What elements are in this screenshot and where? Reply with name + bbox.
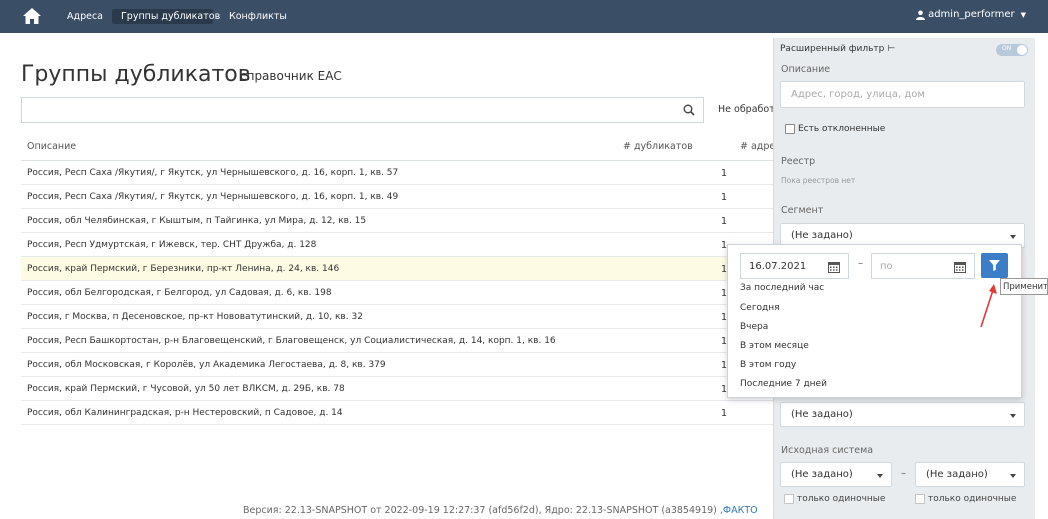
- filter-select-value: (Не задано): [791, 409, 853, 420]
- user-menu[interactable]: admin_performer ▼: [916, 9, 1026, 20]
- checkbox-box[interactable]: [915, 494, 925, 504]
- search-input[interactable]: [22, 98, 672, 122]
- row-description: Россия, край Пермский, г Чусовой, ул 50 …: [27, 384, 345, 394]
- source-to-select[interactable]: (Не задано): [915, 462, 1025, 487]
- pin-icon[interactable]: ⊢: [887, 44, 895, 54]
- row-description: Россия, Респ Саха /Якутия/, г Якутск, ул…: [27, 168, 399, 178]
- table-header: Описание # дубликатов # адре: [21, 133, 775, 161]
- nav-link-duplicate-groups[interactable]: Группы дубликатов: [121, 10, 220, 23]
- toggle-label: ON: [1002, 45, 1012, 52]
- row-description: Россия, Респ Удмуртская, г Ижевск, тер. …: [27, 240, 317, 250]
- description-label: Описание: [781, 64, 831, 75]
- table-row[interactable]: Россия, край Пермский, г Березники, пр-к…: [21, 257, 773, 281]
- row-duplicate-count: 1: [721, 408, 728, 419]
- user-name: admin_performer: [928, 9, 1015, 20]
- preset-this-month[interactable]: В этом месяце: [740, 341, 809, 351]
- single-only-checkbox-2[interactable]: только одиночные: [915, 494, 1016, 504]
- search-box: [21, 97, 704, 123]
- single-only-checkbox-1[interactable]: только одиночные: [784, 494, 885, 504]
- caret-down-icon: [1010, 414, 1016, 418]
- row-duplicate-count: 1: [721, 168, 728, 179]
- source-from-value: (Не задано): [791, 469, 853, 480]
- description-placeholder: Адрес, город, улица, дом: [791, 89, 925, 100]
- checkbox-box[interactable]: [784, 494, 794, 504]
- calendar-icon[interactable]: [954, 261, 966, 273]
- apply-filter-button[interactable]: [981, 253, 1008, 278]
- row-description: Россия, Респ Башкортостан, р-н Благовеще…: [27, 336, 556, 346]
- home-icon[interactable]: [22, 7, 42, 25]
- segment-label: Сегмент: [781, 205, 824, 216]
- user-icon: [916, 10, 926, 20]
- table-row[interactable]: Россия, Респ Удмуртская, г Ижевск, тер. …: [21, 233, 773, 257]
- caret-down-icon: [877, 474, 883, 478]
- filter-panel-title: Расширенный фильтр ⊢: [780, 44, 895, 54]
- nav-link-conflicts[interactable]: Конфликты: [229, 10, 287, 23]
- caret-down-icon: [1010, 474, 1016, 478]
- date-to-field[interactable]: по: [871, 253, 975, 279]
- version-text: Версия: 22.13-SNAPSHOT от 2022-09-19 12:…: [243, 505, 723, 516]
- segment-value: (Не задано): [791, 230, 853, 241]
- preset-today[interactable]: Сегодня: [740, 303, 780, 313]
- description-field[interactable]: Адрес, город, улица, дом: [780, 81, 1025, 108]
- toggle-knob: [1017, 45, 1027, 55]
- row-description: Россия, Респ Саха /Якутия/, г Якутск, ул…: [27, 192, 399, 202]
- status-filter[interactable]: Не обработа: [718, 104, 781, 115]
- date-from-field[interactable]: 16.07.2021: [740, 253, 849, 279]
- column-header-description[interactable]: Описание: [27, 141, 76, 152]
- single-only-label-1: только одиночные: [797, 494, 886, 504]
- column-header-duplicates[interactable]: # дубликатов: [623, 141, 693, 152]
- source-from-select[interactable]: (Не задано): [780, 462, 892, 487]
- table-row[interactable]: Россия, Респ Саха /Якутия/, г Якутск, ул…: [21, 185, 773, 209]
- chevron-down-icon: ▼: [1020, 10, 1026, 19]
- registry-label: Реестр: [781, 156, 816, 167]
- row-description: Россия, обл Московская, г Королёв, ул Ак…: [27, 360, 386, 370]
- filter-icon: [989, 260, 1000, 271]
- page-subtitle: справочник ЕАС: [240, 69, 342, 83]
- table-row[interactable]: Россия, обл Калининградская, р-н Нестеро…: [21, 401, 773, 425]
- search-icon[interactable]: [683, 104, 695, 116]
- top-navbar: Адреса Группы дубликатов Конфликты admin…: [0, 0, 1048, 33]
- table-row[interactable]: Россия, край Пермский, г Чусовой, ул 50 …: [21, 377, 773, 401]
- caret-down-icon: [1010, 235, 1016, 239]
- table-row[interactable]: Россия, обл Белгородская, г Белгород, ул…: [21, 281, 773, 305]
- filter-panel-title-text: Расширенный фильтр: [780, 44, 885, 54]
- date-to-placeholder: по: [880, 261, 893, 272]
- source-to-value: (Не задано): [926, 469, 988, 480]
- table-row[interactable]: Россия, обл Челябинская, г Кыштым, п Тай…: [21, 209, 773, 233]
- row-duplicate-count: 1: [721, 192, 728, 203]
- rejected-checkbox[interactable]: Есть отклоненные: [785, 124, 885, 134]
- apply-tooltip: Применить: [1000, 278, 1048, 295]
- nav-link-addresses[interactable]: Адреса: [67, 10, 103, 23]
- date-from-value: 16.07.2021: [749, 261, 807, 272]
- calendar-icon[interactable]: [828, 261, 840, 273]
- preset-yesterday[interactable]: Вчера: [740, 322, 768, 332]
- filter-select[interactable]: (Не задано): [780, 402, 1025, 427]
- table-row[interactable]: Россия, г Москва, п Десеновское, пр-кт Н…: [21, 305, 773, 329]
- preset-last-hour[interactable]: За последний час: [740, 283, 824, 293]
- table-row[interactable]: Россия, Респ Саха /Якутия/, г Якутск, ул…: [21, 161, 773, 185]
- row-duplicate-count: 1: [721, 216, 728, 227]
- column-header-addresses[interactable]: # адре: [740, 141, 775, 152]
- page-title: Группы дубликатов: [21, 62, 251, 87]
- date-range-dash: –: [858, 258, 863, 269]
- row-description: Россия, обл Челябинская, г Кыштым, п Тай…: [27, 216, 367, 226]
- rejected-label: Есть отклоненные: [798, 124, 886, 134]
- row-description: Россия, обл Калининградская, р-н Нестеро…: [27, 408, 343, 418]
- filter-toggle[interactable]: ON: [996, 44, 1028, 56]
- row-description: Россия, обл Белгородская, г Белгород, ул…: [27, 288, 332, 298]
- footer-link[interactable]: ФАКТО: [723, 505, 758, 516]
- table-row[interactable]: Россия, Респ Башкортостан, р-н Благовеще…: [21, 329, 773, 353]
- footer: Версия: 22.13-SNAPSHOT от 2022-09-19 12:…: [243, 505, 758, 516]
- preset-this-year[interactable]: В этом году: [740, 360, 796, 370]
- single-only-label-2: только одиночные: [928, 494, 1017, 504]
- table-row[interactable]: Россия, обл Московская, г Королёв, ул Ак…: [21, 353, 773, 377]
- source-system-label: Исходная система: [781, 445, 874, 456]
- row-description: Россия, г Москва, п Десеновское, пр-кт Н…: [27, 312, 363, 322]
- registry-empty: Пока реестров нет: [781, 176, 856, 185]
- preset-last-7-days[interactable]: Последние 7 дней: [740, 379, 827, 389]
- range-dash: –: [901, 468, 906, 479]
- row-description: Россия, край Пермский, г Березники, пр-к…: [27, 264, 340, 274]
- red-arrow-annotation: [980, 284, 997, 328]
- checkbox-box[interactable]: [785, 124, 795, 134]
